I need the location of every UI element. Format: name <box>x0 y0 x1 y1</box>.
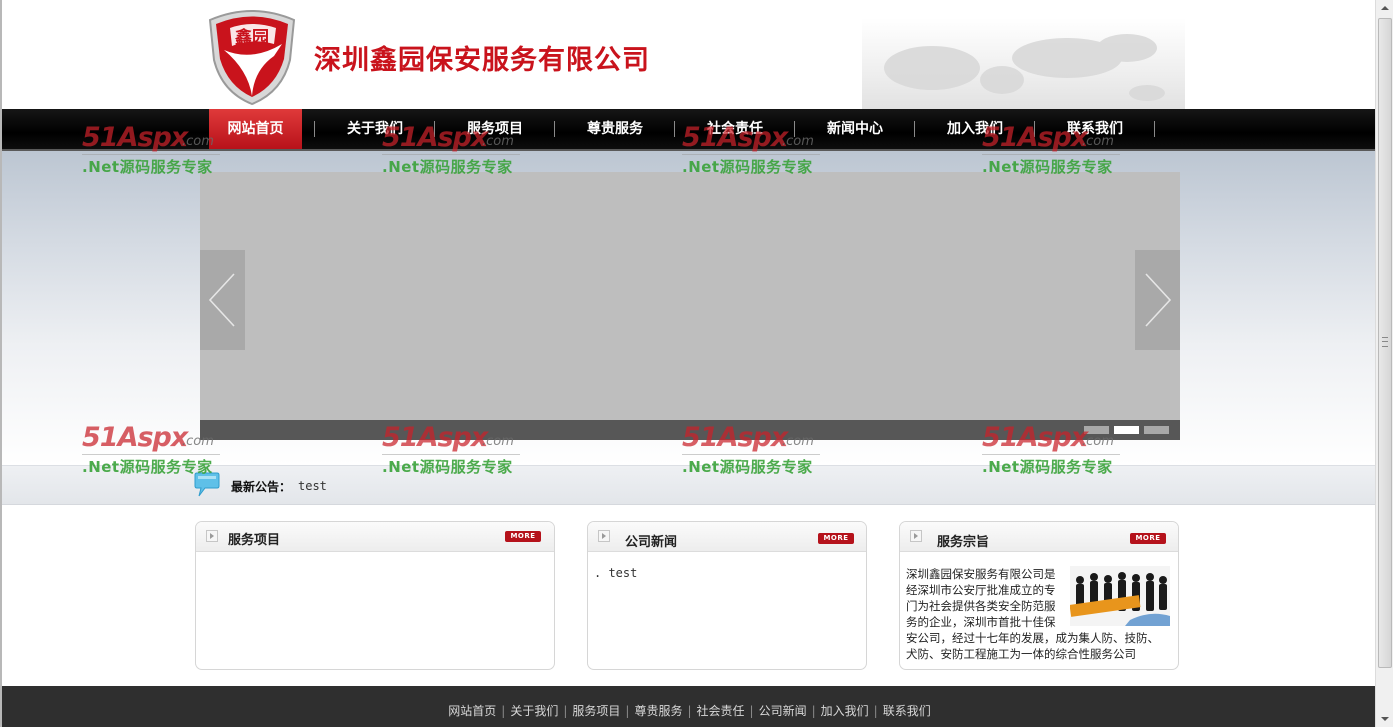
news-box-header: 公司新闻 MORE <box>588 522 866 552</box>
purpose-content: 深圳鑫园保安服务有限公司是经深圳市公安厅批准成立的专门为社会提供各类安全防范服务… <box>906 566 1170 662</box>
company-name: 深圳鑫园保安服务有限公司 <box>314 45 650 76</box>
header: 鑫园 深圳鑫园保安服务有限公司 <box>2 0 1375 109</box>
nav-item-contact[interactable]: 联系我们 <box>1035 109 1155 149</box>
slider-dot-2[interactable] <box>1114 426 1139 434</box>
purpose-box-title: 服务宗旨 <box>937 535 990 550</box>
slider-dot-1[interactable] <box>1084 426 1109 434</box>
nav-separator <box>1154 121 1155 137</box>
footer-separator: | <box>625 704 630 718</box>
footer-link-about[interactable]: 关于我们 <box>510 704 558 718</box>
logo-text: 鑫园 <box>234 27 269 48</box>
speech-bubble-icon <box>194 472 220 497</box>
footer-link-premium[interactable]: 尊贵服务 <box>634 704 682 718</box>
notice-bar: 最新公告： test <box>2 465 1375 505</box>
news-more-button[interactable]: MORE <box>818 533 854 544</box>
purpose-more-button[interactable]: MORE <box>1130 533 1166 544</box>
footer-link-home[interactable]: 网站首页 <box>448 704 496 718</box>
services-box: 服务项目 MORE <box>195 521 555 670</box>
notice-label: 最新公告： <box>231 480 292 494</box>
footer-separator: | <box>501 704 506 718</box>
chevron-right-icon <box>1145 273 1172 327</box>
slider-indicator-bar <box>200 420 1180 440</box>
purpose-box-header: 服务宗旨 MORE <box>900 522 1178 552</box>
chevron-left-icon <box>208 273 235 327</box>
footer-separator: | <box>811 704 816 718</box>
slider-prev-button[interactable] <box>200 250 245 350</box>
services-box-title: 服务项目 <box>228 533 281 548</box>
footer-separator: | <box>873 704 878 718</box>
scroll-up-icon[interactable] <box>1376 0 1393 17</box>
nav-item-premium[interactable]: 尊贵服务 <box>555 109 675 149</box>
news-box-title: 公司新闻 <box>625 535 678 550</box>
nav-item-services[interactable]: 服务项目 <box>435 109 555 149</box>
footer-link-contact[interactable]: 联系我们 <box>883 704 931 718</box>
footer-separator: | <box>749 704 754 718</box>
grip-icon <box>1382 337 1388 347</box>
image-slider[interactable] <box>200 172 1180 440</box>
arrow-bullet-icon <box>910 530 922 542</box>
vertical-scrollbar[interactable] <box>1375 0 1393 727</box>
nav-item-home[interactable]: 网站首页 <box>209 109 302 149</box>
footer-links: 网站首页 | 关于我们 | 服务项目 | 尊贵服务 | 社会责任 | 公司新闻 | 加入我们 | 联系我们 <box>2 702 1375 719</box>
footer-separator: | <box>563 704 568 718</box>
scrollbar-thumb[interactable] <box>1378 18 1392 668</box>
world-map-decoration <box>862 18 1185 109</box>
scroll-down-icon[interactable] <box>1376 710 1393 727</box>
footer-separator: | <box>687 704 692 718</box>
page: 鑫园 深圳鑫园保安服务有限公司 网站首页 关于我们 服务项目 尊贵服务 社会责任… <box>0 0 1375 727</box>
purpose-box: 服务宗旨 MORE 深圳鑫园保安服务有限公司是经深圳市公安厅批准成立的专门为社会… <box>899 521 1179 670</box>
services-box-header: 服务项目 MORE <box>196 522 554 552</box>
services-more-button[interactable]: MORE <box>505 531 541 542</box>
nav-item-news[interactable]: 新闻中心 <box>795 109 915 149</box>
news-list-item[interactable]: . test <box>594 566 637 580</box>
arrow-bullet-icon <box>206 530 218 542</box>
news-box: 公司新闻 MORE . test <box>587 521 867 670</box>
footer-link-services[interactable]: 服务项目 <box>572 704 620 718</box>
footer-link-join[interactable]: 加入我们 <box>821 704 869 718</box>
main-nav: 网站首页 关于我们 服务项目 尊贵服务 社会责任 新闻中心 加入我们 联系我们 <box>2 109 1375 151</box>
slider-dot-3[interactable] <box>1144 426 1169 434</box>
nav-item-about[interactable]: 关于我们 <box>315 109 435 149</box>
footer-link-social[interactable]: 社会责任 <box>697 704 745 718</box>
notice-text[interactable]: test <box>298 479 327 493</box>
arrow-bullet-icon <box>598 530 610 542</box>
nav-item-join[interactable]: 加入我们 <box>915 109 1035 149</box>
nav-item-social[interactable]: 社会责任 <box>675 109 795 149</box>
footer-link-news[interactable]: 公司新闻 <box>759 704 807 718</box>
footer: 网站首页 | 关于我们 | 服务项目 | 尊贵服务 | 社会责任 | 公司新闻 | 加入我们 | 联系我们 <box>2 686 1375 727</box>
shield-logo-icon[interactable]: 鑫园 <box>202 4 302 106</box>
slider-next-button[interactable] <box>1135 250 1180 350</box>
team-silhouette-icon <box>1070 566 1170 626</box>
